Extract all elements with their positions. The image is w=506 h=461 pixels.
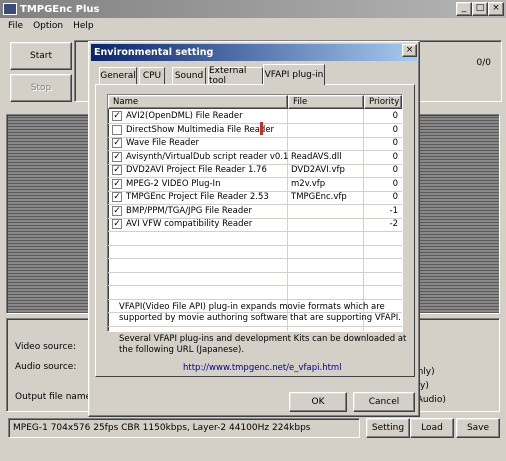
main-titlebar: TMPGEnc Plus	[0, 0, 506, 18]
plugin-name: MPEG-2 VIDEO Plug-In	[126, 178, 221, 189]
plugin-enabled-checkbox[interactable]	[112, 124, 122, 135]
menubar: File Option Help	[0, 18, 506, 34]
plugin-row[interactable]: ✓ Avisynth/VirtualDub script reader v0.1 R…	[108, 151, 402, 165]
dialog-title: Environmental setting	[94, 47, 214, 58]
vfapi-download-link[interactable]: http://www.tmpgenc.net/e_vfapi.html	[183, 363, 342, 374]
plugin-enabled-checkbox[interactable]: ✓	[112, 165, 122, 175]
environmental-setting-dialog: Environmental setting × General CPU Soun…	[88, 41, 420, 417]
plugin-file: ReadAVS.dll	[291, 151, 342, 162]
cancel-button[interactable]: Cancel	[353, 392, 415, 412]
plugin-name: BMP/PPM/TGA/JPG File Reader	[126, 205, 252, 216]
plugin-name: DVD2AVI Project File Reader 1.76	[126, 165, 267, 175]
column-header-name[interactable]: Name	[108, 95, 288, 109]
column-header-file[interactable]: File	[288, 95, 364, 109]
tab-external-tool[interactable]: External tool	[208, 66, 263, 86]
output-file-label: Output file name:	[15, 392, 95, 402]
plugin-name: DirectShow Multimedia File Reader	[126, 124, 275, 135]
plugin-name: AVI VFW compatibility Reader	[126, 219, 253, 229]
plugin-name: Avisynth/VirtualDub script reader v0.1	[126, 151, 289, 162]
progress-count: 0/0	[476, 58, 491, 68]
load-button[interactable]: Load	[410, 418, 454, 438]
plugin-row[interactable]: ✓ Wave File Reader 0	[108, 137, 402, 151]
plugin-file: TMPGEnc.vfp	[291, 192, 347, 202]
menu-file[interactable]: File	[8, 21, 23, 31]
plugin-enabled-checkbox[interactable]: ✓	[112, 111, 122, 121]
start-button[interactable]: Start	[10, 42, 72, 70]
plugin-list[interactable]: Name File Priority ✓ AVI2(OpenDML) File R…	[107, 94, 403, 332]
plugin-name: AVI2(OpenDML) File Reader	[126, 111, 243, 121]
highlight-marker	[260, 122, 263, 135]
plugin-priority: 0	[392, 192, 398, 202]
menu-option[interactable]: Option	[33, 21, 63, 31]
plugin-priority: 0	[392, 124, 398, 135]
plugin-priority: -1	[389, 205, 398, 216]
audio-source-label: Audio source:	[15, 362, 77, 372]
tab-general[interactable]: General	[99, 67, 137, 84]
app-icon	[3, 3, 17, 15]
tab-sound[interactable]: Sound	[172, 67, 206, 84]
plugin-priority: 0	[392, 178, 398, 189]
maximize-button[interactable]: □	[472, 2, 488, 16]
plugin-row[interactable]: ✓ AVI VFW compatibility Reader -2	[108, 218, 402, 232]
plugin-row[interactable]: ✓ BMP/PPM/TGA/JPG File Reader -1	[108, 205, 402, 219]
vfapi-description: VFAPI(Video File API) plug-in expands mo…	[119, 302, 401, 323]
encode-settings-summary: MPEG-1 704x576 25fps CBR 1150kbps, Layer…	[8, 418, 360, 438]
plugin-enabled-checkbox[interactable]: ✓	[112, 151, 122, 162]
minimize-button[interactable]: _	[456, 2, 472, 16]
ok-button[interactable]: OK	[289, 392, 347, 412]
plugin-enabled-checkbox[interactable]: ✓	[112, 138, 122, 148]
column-header-priority[interactable]: Priority	[364, 95, 402, 109]
dialog-titlebar: Environmental setting	[91, 44, 417, 61]
plugin-priority: 0	[392, 165, 398, 175]
setting-button[interactable]: Setting	[366, 418, 410, 438]
dialog-close-icon[interactable]: ×	[402, 44, 417, 57]
plugin-priority: 0	[392, 138, 398, 148]
plugin-row[interactable]: ✓ AVI2(OpenDML) File Reader 0	[108, 110, 402, 124]
close-window-button[interactable]: ×	[488, 2, 504, 16]
video-source-label: Video source:	[15, 342, 76, 352]
plugin-enabled-checkbox[interactable]: ✓	[112, 205, 122, 216]
save-button[interactable]: Save	[456, 418, 500, 438]
plugin-name: TMPGEnc Project File Reader 2.53	[126, 192, 269, 202]
plugin-name: Wave File Reader	[126, 138, 200, 148]
tab-cpu[interactable]: CPU	[139, 67, 165, 84]
plugin-priority: -2	[389, 219, 398, 229]
tab-vfapi-plugin[interactable]: VFAPI plug-in	[263, 64, 325, 85]
download-description: Several VFAPI plug-ins and development K…	[119, 334, 407, 355]
menu-help[interactable]: Help	[73, 21, 94, 31]
plugin-priority: 0	[392, 151, 398, 162]
plugin-file: DVD2AVI.vfp	[291, 165, 345, 175]
plugin-row[interactable]: ✓ MPEG-2 VIDEO Plug-In m2v.vfp 0	[108, 178, 402, 192]
plugin-enabled-checkbox[interactable]: ✓	[112, 192, 122, 202]
plugin-row[interactable]: ✓ TMPGEnc Project File Reader 2.53 TMPGEnc…	[108, 191, 402, 205]
plugin-enabled-checkbox[interactable]: ✓	[112, 219, 122, 229]
plugin-row[interactable]: ✓ DVD2AVI Project File Reader 1.76 DVD2AVI…	[108, 164, 402, 178]
plugin-enabled-checkbox[interactable]: ✓	[112, 178, 122, 189]
plugin-file: m2v.vfp	[291, 178, 326, 189]
plugin-row[interactable]: DirectShow Multimedia File Reader 0	[108, 124, 402, 138]
app-title: TMPGEnc Plus	[20, 3, 100, 15]
stop-button[interactable]: Stop	[10, 74, 72, 102]
plugin-priority: 0	[392, 111, 398, 121]
